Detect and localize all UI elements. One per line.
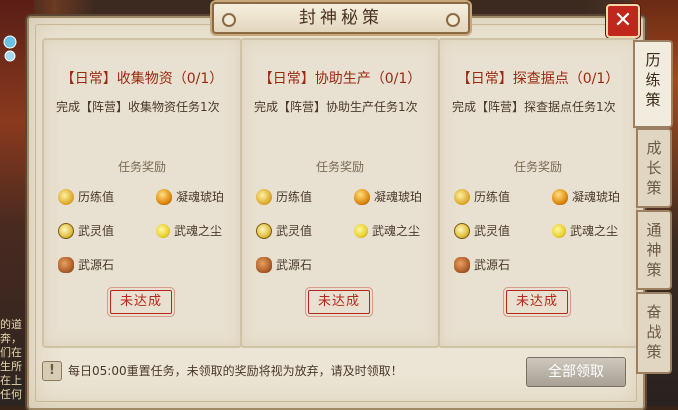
ornament-icon <box>446 13 460 27</box>
reward-item[interactable]: 历练值 <box>58 188 114 206</box>
reward-item[interactable]: 武源石 <box>256 256 312 274</box>
reward-label: 武源石 <box>276 258 313 272</box>
soul-dust-icon <box>354 223 368 238</box>
tab-char: 成 <box>646 139 662 157</box>
decorative-ornament-icon <box>3 35 17 62</box>
tab-char: 通 <box>646 221 662 239</box>
wuling-coin-icon <box>58 222 74 239</box>
close-icon: ✕ <box>613 8 633 33</box>
quest-title: 【日常】探查据点（0/1） <box>456 71 620 87</box>
reward-item[interactable]: 武魂之尘 <box>156 222 222 240</box>
amber-icon <box>156 188 172 205</box>
reward-item[interactable]: 凝魂琥珀 <box>156 188 224 206</box>
lilian-icon <box>256 188 272 205</box>
quest-card: 【日常】协助生产（0/1） 完成【阵营】协助生产任务1次 任务奖励 历练值 凝魂… <box>240 38 440 348</box>
ornament-icon <box>222 13 236 27</box>
reward-label: 武魂之尘 <box>570 224 619 238</box>
tab-char: 神 <box>646 241 662 259</box>
reward-item[interactable]: 武源石 <box>58 256 114 274</box>
close-button[interactable]: ✕ <box>606 4 640 38</box>
reward-item[interactable]: 武源石 <box>454 256 510 274</box>
reward-heading: 任务奖励 <box>513 160 562 174</box>
wuyuan-stone-icon <box>58 256 74 273</box>
reward-label: 凝魂琥珀 <box>572 190 621 204</box>
tab-char: 策 <box>646 179 662 197</box>
tab-char: 长 <box>646 159 662 177</box>
reward-item[interactable]: 武灵值 <box>58 222 114 240</box>
soul-dust-icon <box>156 223 170 238</box>
quest-card: 【日常】探查据点（0/1） 完成【阵营】探查据点任务1次 任务奖励 历练值 凝魂… <box>438 38 638 348</box>
amber-icon <box>354 188 370 205</box>
status-badge: 未达成 <box>506 290 568 314</box>
reward-label: 武魂之尘 <box>174 224 223 238</box>
quest-card: 【日常】收集物资（0/1） 完成【阵营】收集物资任务1次 任务奖励 历练值 凝魂… <box>42 38 242 348</box>
reward-label: 武灵值 <box>474 224 511 238</box>
reward-item[interactable]: 武灵值 <box>256 222 312 240</box>
reward-label: 武灵值 <box>276 224 313 238</box>
tab-chengzhang[interactable]: 成 长 策 <box>636 128 672 208</box>
amber-icon <box>552 188 568 205</box>
wuyuan-stone-icon <box>454 256 470 273</box>
reward-item[interactable]: 凝魂琥珀 <box>552 188 620 206</box>
reward-item[interactable]: 历练值 <box>256 188 312 206</box>
wuling-coin-icon <box>454 222 470 239</box>
reward-heading: 任务奖励 <box>315 160 364 174</box>
lilian-icon <box>58 188 74 205</box>
reward-label: 武源石 <box>474 258 511 272</box>
tab-char: 策 <box>645 91 661 109</box>
lilian-icon <box>454 188 470 205</box>
tab-char: 策 <box>646 343 662 361</box>
quest-title: 【日常】收集物资（0/1） <box>60 71 224 87</box>
tab-lilian[interactable]: 历 练 策 <box>633 40 673 128</box>
tab-char: 历 <box>645 51 661 69</box>
reset-notice: 每日05:00重置任务，未领取的奖励将视为放弃，请及时领取！ <box>68 364 403 378</box>
reward-label: 武源石 <box>78 258 115 272</box>
quest-description: 完成【阵营】探查据点任务1次 <box>452 100 616 114</box>
quest-description: 完成【阵营】收集物资任务1次 <box>56 100 220 114</box>
quest-description: 完成【阵营】协助生产任务1次 <box>254 100 418 114</box>
reward-label: 武灵值 <box>78 224 115 238</box>
reward-item[interactable]: 武魂之尘 <box>552 222 618 240</box>
reward-heading: 任务奖励 <box>117 160 166 174</box>
page-title: 封神秘策 <box>299 8 383 28</box>
reward-item[interactable]: 历练值 <box>454 188 510 206</box>
wuling-coin-icon <box>256 222 272 239</box>
wuyuan-stone-icon <box>256 256 272 273</box>
reward-item[interactable]: 凝魂琥珀 <box>354 188 422 206</box>
soul-dust-icon <box>552 223 566 238</box>
warning-icon: ! <box>42 361 62 381</box>
status-badge: 未达成 <box>308 290 370 314</box>
reward-label: 武魂之尘 <box>372 224 421 238</box>
reward-label: 凝魂琥珀 <box>374 190 423 204</box>
title-plaque: 封神秘策 <box>212 2 470 34</box>
tab-tongshen[interactable]: 通 神 策 <box>636 210 672 290</box>
reward-item[interactable]: 武魂之尘 <box>354 222 420 240</box>
tab-char: 战 <box>646 323 662 341</box>
reward-label: 历练值 <box>276 190 313 204</box>
tab-char: 奋 <box>646 303 662 321</box>
reward-label: 历练值 <box>78 190 115 204</box>
reward-label: 历练值 <box>474 190 511 204</box>
tab-char: 策 <box>646 261 662 279</box>
claim-all-button[interactable]: 全部领取 <box>526 357 626 387</box>
status-badge: 未达成 <box>110 290 172 314</box>
tab-char: 练 <box>645 71 661 89</box>
quest-title: 【日常】协助生产（0/1） <box>258 71 422 87</box>
footer-bar: ! 每日05:00重置任务，未领取的奖励将视为放弃，请及时领取！ 全部领取 <box>40 354 630 388</box>
tab-fenzhan[interactable]: 奋 战 策 <box>636 292 672 374</box>
reward-item[interactable]: 武灵值 <box>454 222 510 240</box>
reward-label: 凝魂琥珀 <box>176 190 225 204</box>
